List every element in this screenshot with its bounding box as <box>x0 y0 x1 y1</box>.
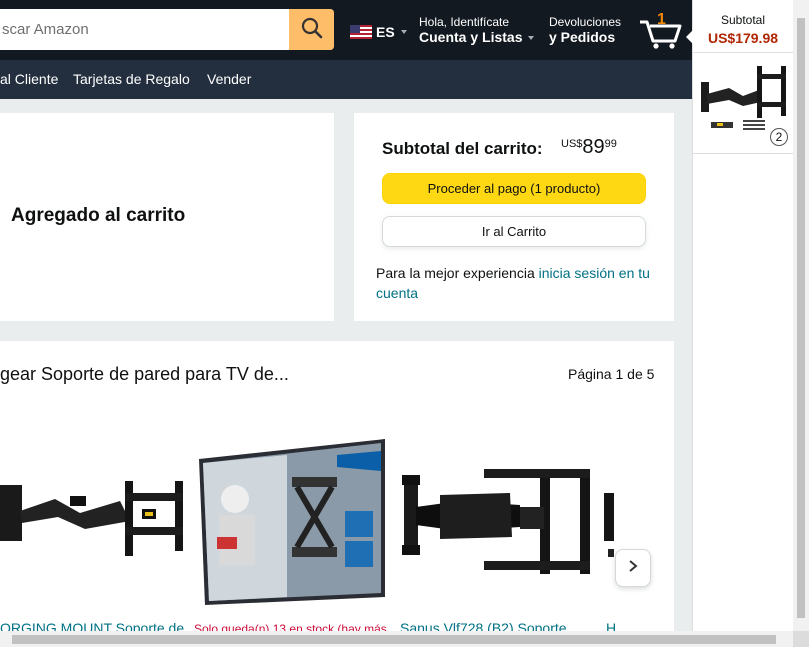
cart-subtotal-card: Subtotal del carrito: US$ 89 99 Proceder… <box>354 113 674 321</box>
product-image[interactable] <box>197 437 387 612</box>
price-whole: 89 <box>582 136 605 158</box>
carousel-title: gear Soporte de pared para TV de... <box>0 364 289 384</box>
signin-prefix: Para la mejor experiencia <box>376 265 539 281</box>
recommendations-carousel: gear Soporte de pared para TV de... Pági… <box>0 341 674 636</box>
horizontal-scrollbar[interactable] <box>0 631 793 647</box>
us-flag-icon <box>350 25 372 39</box>
go-to-cart-button[interactable]: Ir al Carrito <box>382 216 646 247</box>
search-box <box>0 9 334 50</box>
nav-item-sell[interactable]: Vender <box>207 71 251 87</box>
side-subtotal-label: Subtotal <box>720 13 766 27</box>
product-image[interactable] <box>400 465 595 585</box>
price-fraction: 99 <box>604 138 617 150</box>
caret-down-icon <box>400 30 407 34</box>
returns-orders-link[interactable]: Devoluciones y Pedidos <box>549 15 621 45</box>
account-menu[interactable]: Hola, Identifícate Cuenta y Listas <box>419 15 535 45</box>
search-input[interactable] <box>0 9 289 50</box>
nav-item-gift-cards[interactable]: Tarjetas de Regalo <box>73 71 190 87</box>
divider <box>693 153 793 154</box>
side-subtotal-price: US$179.98 <box>707 30 779 46</box>
top-nav-bar: ES Hola, Identifícate Cuenta y Listas De… <box>0 0 692 60</box>
caret-down-icon <box>528 36 535 41</box>
horizontal-scrollbar-thumb[interactable] <box>12 635 776 644</box>
proceed-to-checkout-button[interactable]: Proceder al pago (1 producto) <box>382 173 646 204</box>
added-to-cart-title: Agregado al carrito <box>11 205 186 226</box>
vertical-scrollbar[interactable] <box>793 0 809 631</box>
product-image[interactable] <box>0 471 185 566</box>
language-selector[interactable]: ES <box>350 24 407 40</box>
cart-button[interactable]: 1 <box>638 10 684 50</box>
product-image[interactable] <box>604 493 616 564</box>
subtotal-price: US$ 89 99 <box>561 135 617 159</box>
search-button[interactable] <box>289 9 334 50</box>
scrollbar-corner <box>793 631 809 647</box>
carousel-page-indicator: Página 1 de 5 <box>568 366 655 382</box>
account-label: Cuenta y Listas <box>419 29 523 45</box>
chevron-right-icon <box>627 559 639 578</box>
nav-item-customer-service[interactable]: al Cliente <box>0 71 58 87</box>
vertical-scrollbar-thumb[interactable] <box>797 18 805 618</box>
orders-label: y Pedidos <box>549 29 616 45</box>
side-item-quantity-badge: 2 <box>770 128 788 146</box>
signin-prompt: Para la mejor experiencia inicia sesión … <box>376 263 662 303</box>
secondary-nav: al Cliente Tarjetas de Regalo Vender <box>0 60 692 99</box>
divider <box>693 52 793 53</box>
account-greeting: Hola, Identifícate <box>419 15 510 29</box>
search-icon <box>301 17 323 42</box>
added-to-cart-card: Agregado al carrito <box>0 113 334 321</box>
cart-icon <box>638 20 684 54</box>
cart-side-panel: Subtotal US$179.98 <box>692 0 793 647</box>
language-code: ES <box>376 24 395 40</box>
returns-label: Devoluciones <box>549 15 622 29</box>
price-currency: US$ <box>561 138 583 150</box>
subtotal-label: Subtotal del carrito: <box>382 139 543 158</box>
panel-pointer <box>686 30 693 44</box>
carousel-next-button[interactable] <box>615 549 651 587</box>
cart-count: 1 <box>657 11 666 28</box>
